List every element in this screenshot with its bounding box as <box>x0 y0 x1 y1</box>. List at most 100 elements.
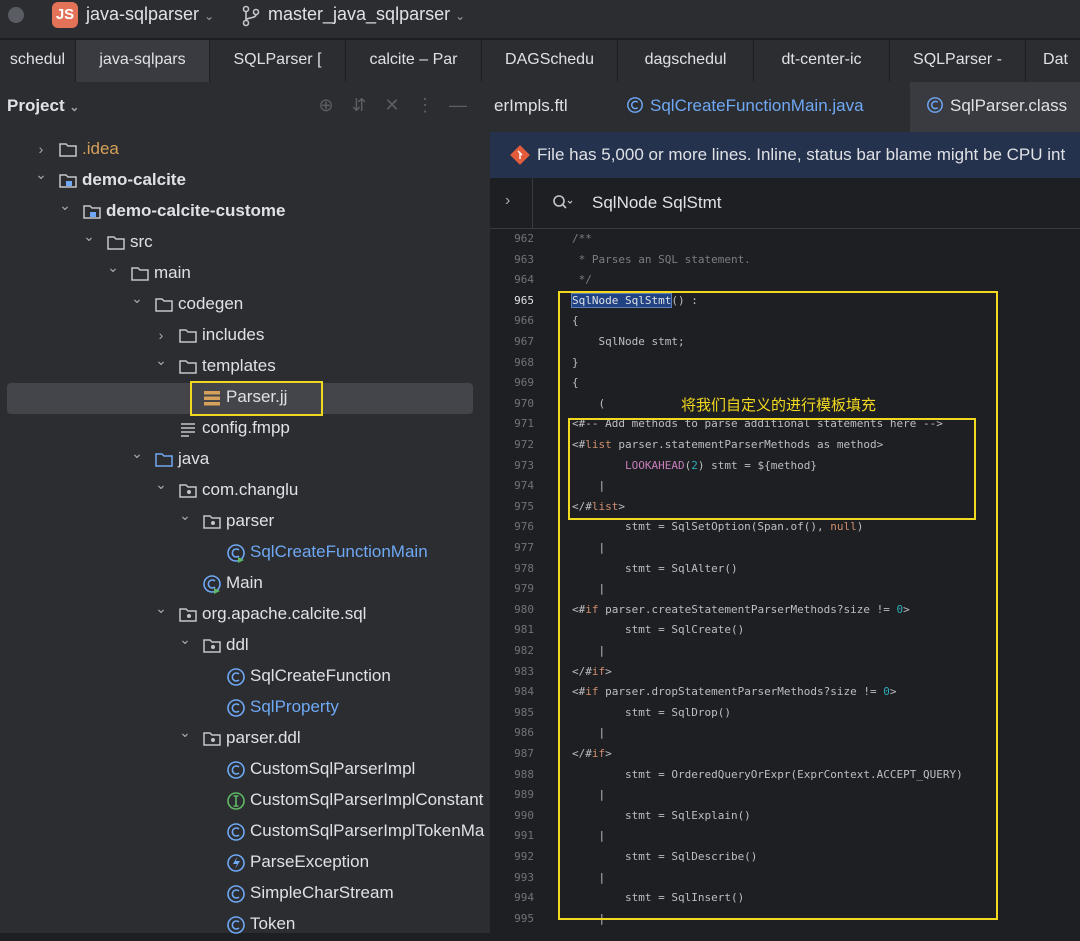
line-number[interactable]: 991 <box>490 826 534 846</box>
chevron-down-icon[interactable]: ⌄ <box>130 445 144 463</box>
chevron-down-icon[interactable]: ⌄ <box>178 724 192 742</box>
tree-item[interactable]: ⌄ main <box>0 259 490 290</box>
chevron-right-icon[interactable]: › <box>154 327 168 345</box>
chevron-right-icon[interactable]: › <box>505 192 510 210</box>
tree-item[interactable]: › includes <box>0 321 490 352</box>
file-tab-sqlcreatefunctionmain[interactable]: SqlCreateFunctionMain.java <box>626 82 864 132</box>
window-tab[interactable]: dt-center-ic <box>754 40 890 82</box>
window-tab[interactable]: DAGSchedu <box>482 40 618 82</box>
tree-item[interactable]: ⌄ codegen <box>0 290 490 321</box>
tree-item[interactable]: ⌄ com.changlu <box>0 476 490 507</box>
line-number[interactable]: 990 <box>490 806 534 826</box>
line-number[interactable]: 985 <box>490 703 534 723</box>
line-number[interactable]: 993 <box>490 868 534 888</box>
window-tab[interactable]: calcite – Par <box>346 40 482 82</box>
tree-item[interactable]: › .idea <box>0 135 490 166</box>
line-number[interactable]: 974 <box>490 476 534 496</box>
line-number[interactable]: 964 <box>490 270 534 290</box>
tree-item[interactable]: ⌄ src <box>0 228 490 259</box>
line-number[interactable]: 981 <box>490 620 534 640</box>
tree-item[interactable]: ⌄ demo-calcite-custome <box>0 197 490 228</box>
chevron-down-icon[interactable]: ⌄ <box>58 197 72 215</box>
line-number[interactable]: 987 <box>490 744 534 764</box>
tree-item[interactable]: ⌄ demo-calcite <box>0 166 490 197</box>
window-tab[interactable]: java-sqlpars <box>76 40 210 82</box>
line-number[interactable]: 967 <box>490 332 534 352</box>
tree-item[interactable]: SqlCreateFunction <box>0 662 490 693</box>
line-number[interactable]: 984 <box>490 682 534 702</box>
window-tab[interactable]: SQLParser [ <box>210 40 346 82</box>
line-number[interactable]: 988 <box>490 765 534 785</box>
file-tab-ftl[interactable]: erImpls.ftl <box>494 82 568 132</box>
tree-item[interactable]: CustomSqlParserImplConstant <box>0 786 490 817</box>
tree-item[interactable]: ⌄ templates <box>0 352 490 383</box>
line-number[interactable]: 986 <box>490 723 534 743</box>
line-number[interactable]: 976 <box>490 517 534 537</box>
line-number[interactable]: 970 <box>490 394 534 414</box>
project-badge[interactable]: JS <box>52 2 78 28</box>
window-control-dot[interactable] <box>8 7 24 23</box>
tree-item[interactable]: CustomSqlParserImplTokenMa <box>0 817 490 848</box>
line-number[interactable]: 983 <box>490 662 534 682</box>
line-number[interactable]: 975 <box>490 497 534 517</box>
chevron-down-icon[interactable]: ⌄ <box>154 600 168 618</box>
line-number[interactable]: 978 <box>490 559 534 579</box>
tree-item[interactable]: config.fmpp <box>0 414 490 445</box>
tree-item[interactable]: SqlCreateFunctionMain <box>0 538 490 569</box>
expand-collapse-icon[interactable]: ⇵ <box>349 95 369 116</box>
tree-item[interactable]: ⌄ parser.ddl <box>0 724 490 755</box>
chevron-down-icon[interactable]: ⌄ <box>34 166 48 184</box>
line-number[interactable]: 980 <box>490 600 534 620</box>
line-number[interactable]: 994 <box>490 888 534 908</box>
file-tab-sqlparser-class[interactable]: SqlParser.class <box>910 82 1080 132</box>
tree-item[interactable]: ⌄ parser <box>0 507 490 538</box>
project-view-selector[interactable]: Project ⌄ <box>7 96 79 116</box>
line-number[interactable]: 979 <box>490 579 534 599</box>
hide-icon[interactable]: — <box>448 95 468 116</box>
tree-item[interactable]: SqlProperty <box>0 693 490 724</box>
tree-item[interactable]: Main <box>0 569 490 600</box>
tree-item[interactable]: Token <box>0 910 490 941</box>
window-tab[interactable]: schedul <box>0 40 76 82</box>
line-number[interactable]: 962 <box>490 229 534 249</box>
line-number[interactable]: 992 <box>490 847 534 867</box>
line-number[interactable]: 963 <box>490 250 534 270</box>
options-icon[interactable]: ⋮ <box>415 95 435 116</box>
line-number[interactable]: 973 <box>490 456 534 476</box>
window-tab[interactable]: dagschedul <box>618 40 754 82</box>
locate-file-icon[interactable]: ⊕ <box>316 95 336 116</box>
chevron-down-icon[interactable]: ⌄ <box>154 476 168 494</box>
line-number[interactable]: 968 <box>490 353 534 373</box>
line-number[interactable]: 965 <box>490 291 534 311</box>
tree-item[interactable]: ⌄ java <box>0 445 490 476</box>
line-number[interactable]: 995 <box>490 909 534 929</box>
search-input[interactable]: SqlNode SqlStmt <box>592 193 721 213</box>
line-number[interactable]: 977 <box>490 538 534 558</box>
tree-item[interactable]: SimpleCharStream <box>0 879 490 910</box>
line-number[interactable]: 966 <box>490 311 534 331</box>
line-number[interactable]: 989 <box>490 785 534 805</box>
tree-item[interactable]: CustomSqlParserImpl <box>0 755 490 786</box>
chevron-right-icon[interactable]: › <box>34 141 48 159</box>
chevron-down-icon[interactable]: ⌄ <box>82 228 96 246</box>
window-tab[interactable]: Dat <box>1026 40 1080 82</box>
search-icon[interactable] <box>552 194 574 212</box>
line-number[interactable]: 972 <box>490 435 534 455</box>
collapse-all-icon[interactable]: ✕ <box>382 95 402 116</box>
branch-switcher[interactable]: master_java_sqlparser ⌄ <box>268 4 465 25</box>
tree-item[interactable]: ⌄ ddl <box>0 631 490 662</box>
line-number[interactable]: 969 <box>490 373 534 393</box>
tree-item-label: parser <box>226 511 275 530</box>
tree-item[interactable]: ParseException <box>0 848 490 879</box>
chevron-down-icon[interactable]: ⌄ <box>178 507 192 525</box>
chevron-down-icon[interactable]: ⌄ <box>130 290 144 308</box>
project-switcher[interactable]: java-sqlparser ⌄ <box>86 4 214 25</box>
line-number[interactable]: 971 <box>490 414 534 434</box>
chevron-down-icon[interactable]: ⌄ <box>178 631 192 649</box>
line-number[interactable]: 982 <box>490 641 534 661</box>
chevron-down-icon[interactable]: ⌄ <box>154 352 168 370</box>
chevron-down-icon: ⌄ <box>455 9 466 23</box>
tree-item[interactable]: ⌄ org.apache.calcite.sql <box>0 600 490 631</box>
window-tab[interactable]: SQLParser - <box>890 40 1026 82</box>
chevron-down-icon[interactable]: ⌄ <box>106 259 120 277</box>
